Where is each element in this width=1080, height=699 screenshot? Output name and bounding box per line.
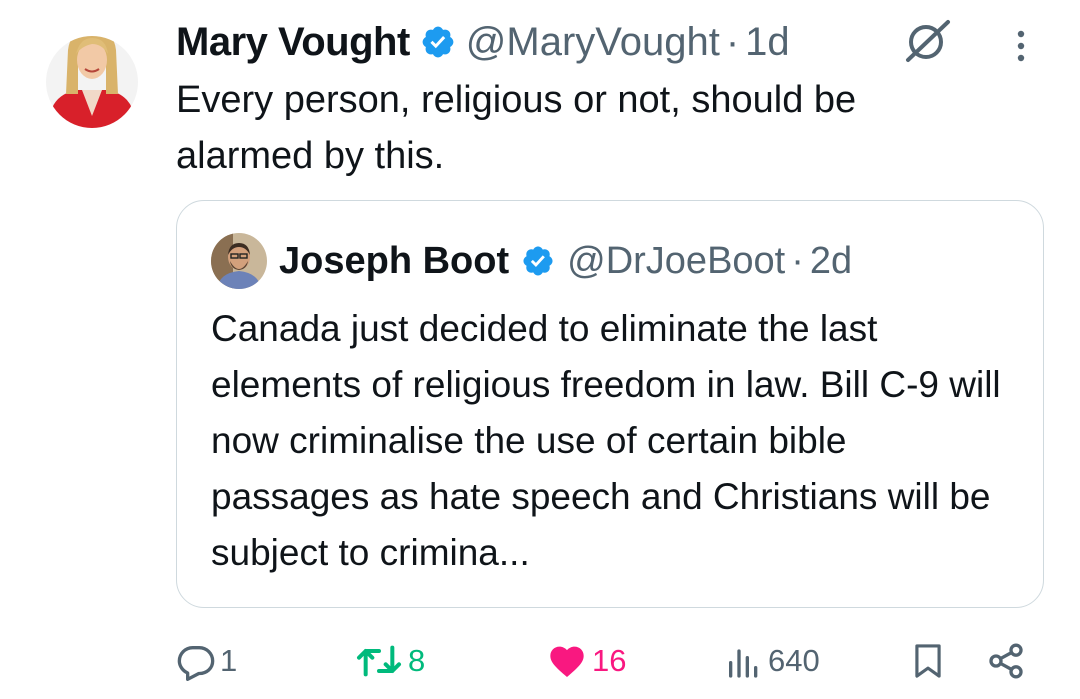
views-button[interactable]: 640 xyxy=(724,636,820,686)
like-button[interactable]: 16 xyxy=(546,636,626,686)
repost-button[interactable]: 8 xyxy=(354,636,425,686)
grok-icon[interactable] xyxy=(902,16,952,66)
reply-icon xyxy=(176,641,216,681)
like-heart-icon xyxy=(546,641,588,681)
quoted-tweet-text: Canada just decided to eliminate the las… xyxy=(211,308,1001,573)
author-avatar[interactable] xyxy=(46,24,138,136)
tweet-action-bar: 1 8 16 640 xyxy=(176,636,1036,686)
share-button[interactable] xyxy=(986,636,1026,686)
views-icon xyxy=(724,641,764,681)
separator-dot: · xyxy=(725,19,740,64)
quoted-tweet-header: Joseph Boot @DrJoeBoot · 2d xyxy=(279,231,852,291)
verified-badge-icon xyxy=(420,24,456,60)
quoted-tweet-timestamp[interactable]: 2d xyxy=(810,240,852,283)
bookmark-button[interactable] xyxy=(909,636,947,686)
quoted-tweet-card[interactable]: Joseph Boot @DrJoeBoot · 2d Canada just … xyxy=(176,200,1044,608)
bookmark-icon xyxy=(909,641,947,681)
share-icon xyxy=(986,641,1026,681)
reply-count: 1 xyxy=(220,643,238,678)
view-count: 640 xyxy=(768,643,820,678)
quoted-author-handle[interactable]: @DrJoeBoot xyxy=(567,240,785,283)
separator-dot: · xyxy=(791,239,804,282)
more-options-icon[interactable] xyxy=(1012,28,1030,68)
repost-count: 8 xyxy=(408,643,426,678)
verified-badge-icon xyxy=(521,244,555,278)
tweet-timestamp[interactable]: 1d xyxy=(745,20,790,65)
repost-icon xyxy=(354,641,404,681)
quoted-author-name[interactable]: Joseph Boot xyxy=(279,240,509,283)
like-count: 16 xyxy=(592,643,627,678)
quoted-author-avatar[interactable] xyxy=(211,233,267,289)
reply-button[interactable]: 1 xyxy=(176,636,237,686)
tweet-header: Mary Vought @MaryVought · 1d xyxy=(176,14,790,70)
author-name[interactable]: Mary Vought xyxy=(176,20,410,65)
author-handle[interactable]: @MaryVought xyxy=(466,20,720,65)
tweet-text: Every person, religious or not, should b… xyxy=(176,79,857,177)
